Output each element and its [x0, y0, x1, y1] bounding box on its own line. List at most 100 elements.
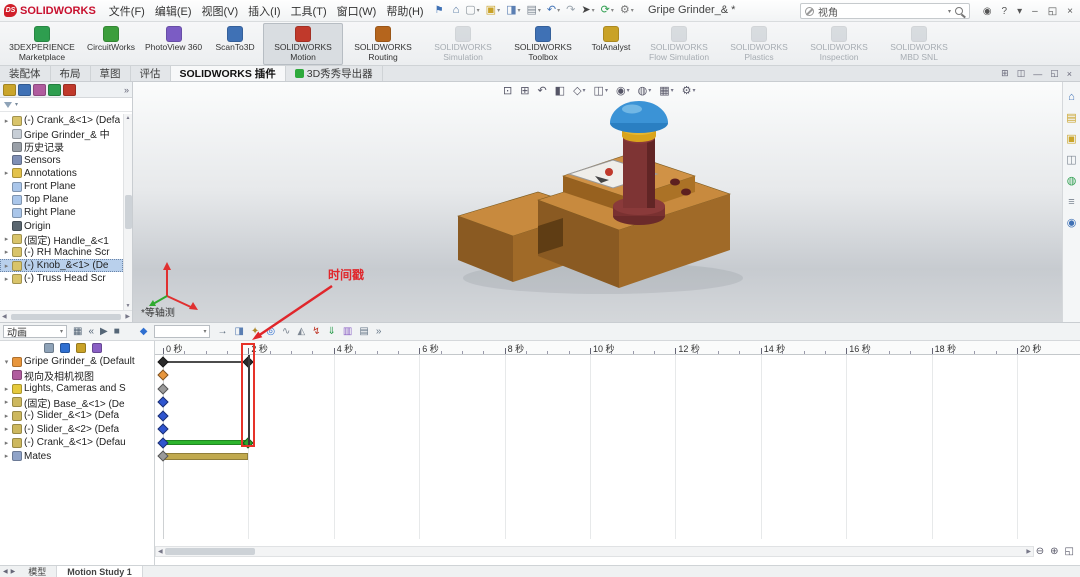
home-icon[interactable]: ⌂ [451, 4, 462, 17]
timeline-zoom-in-icon[interactable]: ⊕ [1050, 546, 1058, 557]
new-document-icon[interactable]: ▢ ▾ [463, 4, 481, 17]
dimxpertmanager-tab[interactable] [48, 84, 61, 96]
motor-icon[interactable]: ◎ [266, 327, 275, 337]
results-plots-icon[interactable]: ▥ [343, 327, 352, 337]
timeline-ruler[interactable]: 0 秒2 秒4 秒6 秒8 秒 10 秒 12 秒 14 秒 16 秒 18 秒 20 秒 [155, 341, 1080, 355]
key-point[interactable] [157, 383, 168, 394]
command-tab[interactable]: 布局 [51, 66, 91, 81]
command-search[interactable]: 视角 ▾ [800, 3, 970, 19]
autokey-icon[interactable]: ◆ [140, 327, 148, 337]
key-point[interactable] [157, 437, 168, 448]
key-point[interactable] [157, 424, 168, 435]
menu-item[interactable]: 视图(V) [197, 4, 244, 20]
scroll-right-icon[interactable]: ▶ [1026, 548, 1031, 555]
float-pane-icon[interactable]: ◱ [1050, 68, 1059, 79]
featuremanager-tab[interactable] [3, 84, 16, 96]
displaymanager-tab[interactable] [63, 84, 76, 96]
ribbon-item[interactable]: 3DEXPERIENCE Marketplace [2, 23, 82, 65]
key-point[interactable] [157, 397, 168, 408]
filter-driving-icon[interactable] [60, 343, 70, 353]
menu-item[interactable]: 文件(F) [104, 4, 150, 20]
timeline-zoom-out-icon[interactable]: ⊖ [1036, 546, 1044, 557]
scrollbar-thumb[interactable] [125, 195, 132, 229]
minimize-button[interactable]: – [1027, 3, 1043, 20]
tree-item[interactable]: ▸ (固定) Handle_&<1 [0, 233, 123, 246]
save-animation-icon[interactable]: ◨ [234, 327, 243, 337]
pin-icon[interactable]: ⚑ [435, 5, 444, 16]
open-icon[interactable]: ▣ ▾ [484, 4, 502, 17]
menu-item[interactable]: 帮助(H) [381, 4, 428, 20]
command-tab[interactable]: SOLIDWORKS 插件 [171, 66, 286, 81]
custom-properties-icon[interactable]: ≡ [1068, 197, 1074, 208]
command-tab[interactable]: 装配体 [0, 66, 51, 81]
motion-tree-item[interactable]: ▸ Mates [0, 450, 154, 464]
tree-item[interactable]: Gripe Grinder_& 中 [0, 127, 123, 140]
animation-wizard-icon[interactable]: ✦ [251, 327, 259, 337]
scrollbar-thumb[interactable] [165, 548, 255, 555]
command-tab[interactable]: 草图 [91, 66, 131, 81]
view-palette-icon[interactable]: ◫ [1066, 155, 1076, 166]
tree-item[interactable]: ▸ Annotations [0, 167, 123, 180]
pane-split-icon[interactable]: ◫ [1017, 68, 1026, 79]
ribbon-item[interactable]: PhotoView 360 [140, 23, 207, 65]
event-based-view-icon[interactable]: ▤ [359, 327, 368, 337]
key-time-dropdown[interactable]: ▾ [154, 325, 210, 338]
force-icon[interactable]: ↯ [312, 327, 320, 337]
key-point[interactable] [157, 410, 168, 421]
close-pane-icon[interactable]: × [1067, 69, 1072, 79]
viewport-layout-icon[interactable]: ⊞ [1001, 68, 1009, 79]
tab-scroll-left-icon[interactable]: ◀ [3, 568, 8, 575]
scrollbar-thumb[interactable] [11, 314, 122, 320]
search-icon[interactable] [955, 7, 963, 15]
menu-item[interactable]: 窗口(W) [332, 4, 382, 20]
feature-tree-hscrollbar[interactable]: ◀ ▶ [0, 310, 132, 322]
motion-tree-item[interactable]: ▸ Lights, Cameras and S [0, 382, 154, 396]
tree-item[interactable]: ▸ (-) Crank_&<1> (Defa [0, 114, 123, 127]
study-type-dropdown[interactable]: 动画 ▾ [3, 325, 67, 338]
restore-button[interactable]: ◱ [1043, 3, 1062, 20]
appearances-scenes-icon[interactable]: ◍ [1067, 176, 1077, 187]
forum-icon[interactable]: ◉ [1067, 218, 1077, 229]
motion-tree-item[interactable]: ▾ Gripe Grinder_& (Default [0, 355, 154, 369]
calculate-icon[interactable]: ▦ [73, 327, 82, 337]
ribbon-item[interactable]: CircuitWorks [82, 23, 140, 65]
timeline-zoom-fit-icon[interactable]: ◱ [1065, 546, 1074, 557]
study-tab[interactable]: Motion Study 1 [57, 566, 143, 577]
ribbon-item[interactable]: SOLIDWORKS Toolbox [503, 23, 583, 65]
solidworks-resources-icon[interactable]: ⌂ [1068, 92, 1075, 103]
overflow-icon[interactable]: » [124, 85, 129, 95]
command-tab[interactable]: 评估 [131, 66, 171, 81]
filter-selected-icon[interactable] [76, 343, 86, 353]
tree-filter-bar[interactable]: ▾ [0, 98, 132, 112]
contact-icon[interactable]: ◭ [297, 327, 305, 337]
menu-item[interactable]: 工具(T) [286, 4, 332, 20]
undo-icon[interactable]: ↶ ▾ [545, 4, 562, 17]
tree-item[interactable]: 历史记录 [0, 140, 123, 153]
design-library-icon[interactable]: ▤ [1066, 113, 1076, 124]
tree-item[interactable]: Origin [0, 220, 123, 233]
collapse-motionmanager-icon[interactable]: » [376, 327, 382, 337]
scroll-left-icon[interactable]: ◀ [2, 313, 7, 320]
user-icon[interactable]: ◉ [978, 3, 997, 20]
gravity-icon[interactable]: ⇓ [328, 327, 336, 337]
ribbon-item[interactable]: SOLIDWORKS Motion [263, 23, 343, 65]
tree-item[interactable]: Top Plane [0, 193, 123, 206]
play-icon[interactable]: ▶ [100, 327, 108, 337]
spring-icon[interactable]: ∿ [282, 327, 290, 337]
study-tab[interactable]: 模型 [18, 566, 57, 577]
chevron-down-icon[interactable]: ▾ [15, 101, 18, 108]
feature-tree-scrollbar[interactable]: ▲ ▼ [123, 114, 132, 310]
motion-tree-item[interactable]: ▸ (-) Slider_&<1> (Defa [0, 409, 154, 423]
rebuild-icon[interactable]: ⟳ ▾ [599, 4, 616, 17]
chevron-down-icon[interactable]: ▾ [948, 8, 951, 15]
print-icon[interactable]: ▤ ▾ [525, 4, 543, 17]
menu-item[interactable]: 插入(I) [243, 4, 285, 20]
tree-item[interactable]: Right Plane [0, 206, 123, 219]
tree-item[interactable]: ▸ (-) Truss Head Scr [0, 272, 123, 285]
motion-tree-item[interactable]: ▸ (-) Crank_&<1> (Defau [0, 436, 154, 450]
motion-tree-item[interactable]: ▸ (-) Slider_&<2> (Defa [0, 423, 154, 437]
timeline-hscrollbar[interactable]: ◀ ▶ [155, 546, 1034, 557]
file-explorer-icon[interactable]: ▣ [1066, 134, 1076, 145]
command-tab[interactable]: 3D秀秀导出器 [286, 66, 383, 81]
scroll-right-icon[interactable]: ▶ [125, 313, 130, 320]
